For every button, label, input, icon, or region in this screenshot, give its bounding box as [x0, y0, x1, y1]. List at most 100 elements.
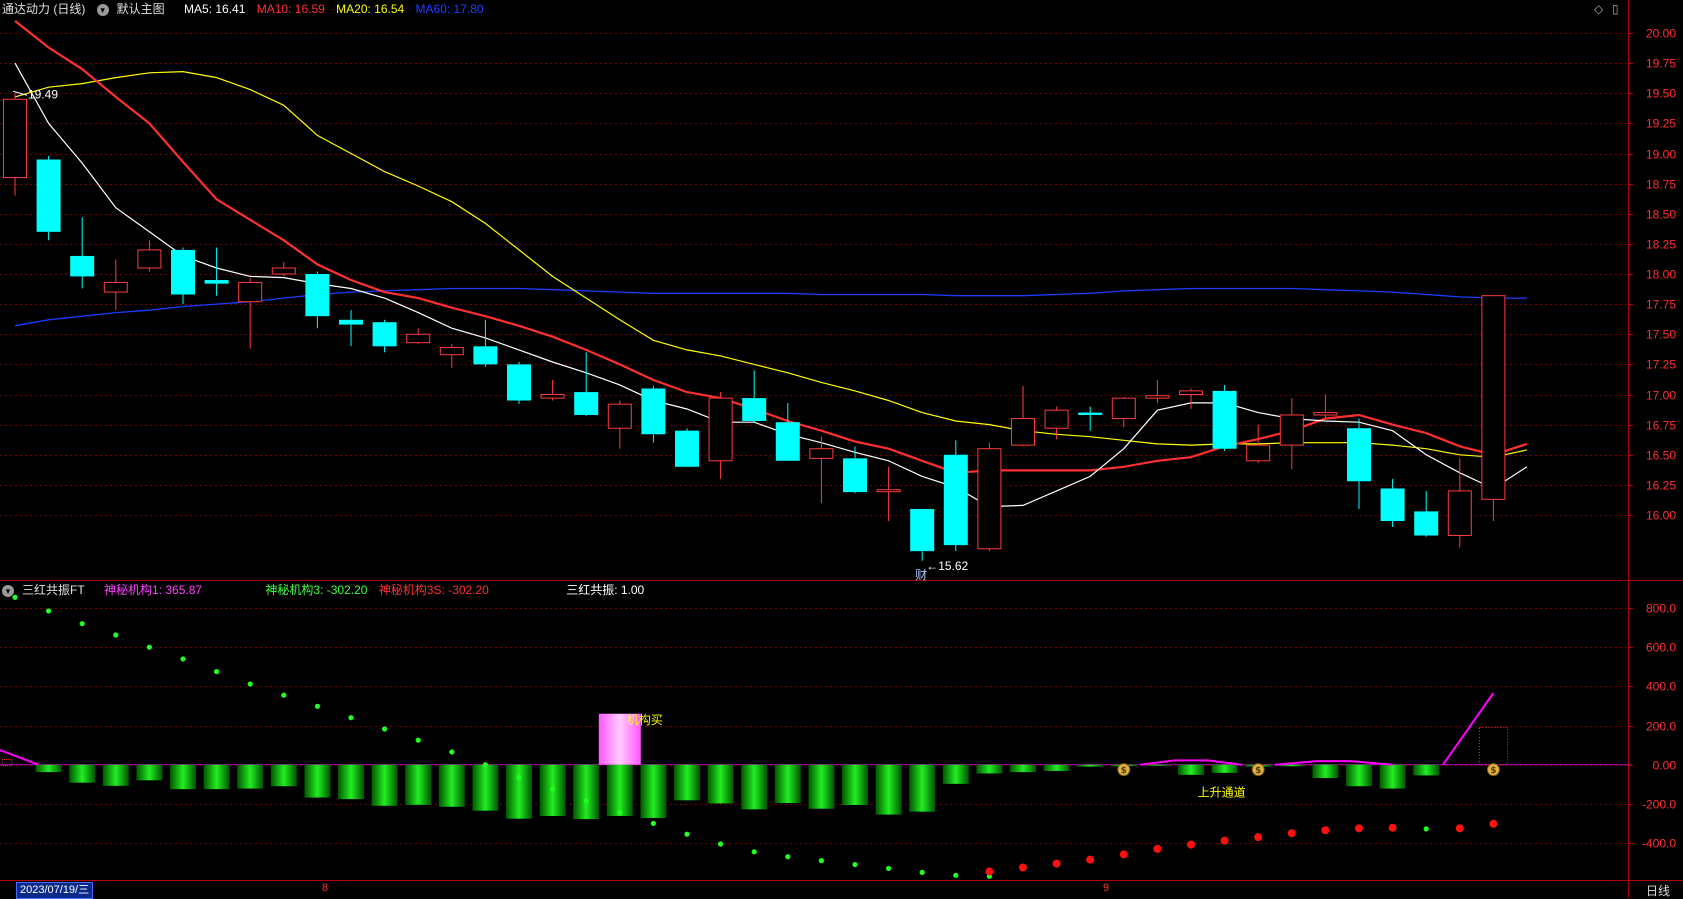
indicator-v3s: 神秘机构3S: -302.20	[378, 583, 489, 597]
indicator-green-bar	[270, 764, 297, 787]
period-label[interactable]: 日线	[1646, 882, 1670, 899]
ma20-value: MA20: 16.54	[336, 2, 405, 16]
red-signal-dot	[1287, 829, 1296, 838]
money-bag-symbol: $	[1255, 766, 1261, 776]
price-tick-label: 18.00	[1646, 268, 1676, 282]
candle-body-down	[1078, 412, 1103, 415]
red-signal-dot	[1388, 823, 1397, 832]
candle-body-down	[1212, 390, 1237, 449]
candle-body-up	[1179, 390, 1203, 396]
candle-body-up	[1044, 409, 1069, 429]
red-signal-dot	[1086, 855, 1095, 864]
green-signal-dot	[785, 854, 791, 860]
green-signal-dot	[550, 786, 556, 792]
green-signal-dot	[684, 831, 690, 837]
candle-body-down	[1347, 428, 1371, 482]
expand-icon[interactable]: ▯	[1612, 2, 1619, 16]
candle-body-up	[540, 394, 565, 399]
candle-body-up	[977, 448, 1002, 550]
candle-body-up	[1447, 490, 1472, 536]
green-signal-dot	[919, 869, 925, 875]
indicator-green-bar	[506, 764, 532, 819]
indicator-green-bar	[438, 764, 465, 807]
red-signal-dot	[1153, 844, 1162, 853]
green-signal-dot	[113, 632, 119, 638]
pink-signal-line-end	[1442, 692, 1495, 766]
indicator-green-bar	[1178, 764, 1204, 775]
price-tick-label: 20.00	[1646, 27, 1676, 41]
indicator-green-bar	[976, 764, 1003, 774]
indicator-green-bar	[170, 764, 196, 790]
indicator-green-bar	[808, 764, 835, 809]
candle-body-up	[1481, 295, 1506, 500]
price-tick-label: 19.00	[1646, 148, 1676, 162]
green-signal-dot	[348, 715, 354, 721]
green-signal-dot	[146, 644, 152, 650]
template-label: 默认主图	[116, 2, 165, 16]
red-signal-dot	[1220, 836, 1229, 845]
chevron-down-icon[interactable]: ▾	[96, 3, 109, 16]
candle-body-up	[238, 281, 263, 303]
price-tick-label: 16.75	[1646, 419, 1676, 433]
indicator-tick-label: 200.0	[1646, 720, 1676, 734]
money-bag-symbol: $	[1121, 766, 1127, 776]
indicator-green-bar	[203, 764, 230, 790]
candle-body-down	[204, 280, 229, 284]
candle-body-down	[1414, 511, 1439, 536]
candle-body-up	[406, 333, 431, 344]
candle-body-down	[1380, 488, 1405, 522]
candle-body-up	[708, 397, 733, 462]
candle-body-up	[1145, 395, 1170, 399]
diamond-icon[interactable]: ◇	[1594, 2, 1603, 16]
candle-body-down	[171, 249, 195, 295]
indicator-green-bar	[1312, 764, 1339, 778]
indicator-v3: 神秘机构3: -302.20	[265, 583, 368, 597]
month-label-aug: 8	[322, 882, 329, 894]
green-signal-dot	[852, 861, 858, 868]
indicator-green-bar	[875, 764, 902, 815]
date-axis: 2023/07/19/三 8 9 日线	[0, 881, 1683, 899]
indicator-green-bar	[741, 764, 768, 810]
indicator-green-bar	[237, 764, 264, 789]
stock-name[interactable]: 通达动力 (日线)	[2, 2, 85, 16]
date-box[interactable]: 2023/07/19/三	[16, 882, 94, 899]
indicator-selector[interactable]: ▾ 三红共振FT	[2, 583, 96, 597]
price-tick-label: 17.00	[1646, 389, 1676, 403]
ma5-value: MA5: 16.41	[184, 2, 246, 16]
candle-body-down	[473, 346, 498, 365]
candle-body-up	[1313, 412, 1338, 416]
template-selector[interactable]: ▾ 默认主图	[96, 2, 176, 16]
indicator-green-bar	[640, 764, 667, 818]
indicator-green-bar	[338, 764, 364, 800]
candle-body-down	[943, 454, 968, 546]
price-tick-label: 19.75	[1646, 57, 1676, 71]
indicator-green-bar	[69, 764, 96, 783]
red-signal-dot	[1052, 859, 1061, 868]
red-signal-dot	[1455, 824, 1464, 833]
indicator-green-bar	[606, 764, 633, 816]
candle-body-up	[876, 489, 901, 493]
candle-body-up	[1011, 418, 1035, 446]
green-signal-dot	[314, 703, 320, 709]
resonance-dotted-box	[1478, 726, 1508, 766]
indicator-green-bar	[909, 764, 936, 812]
financial-report-marker: 财	[915, 568, 927, 582]
indicator-green-bar	[1077, 764, 1104, 767]
indicator-green-bar	[707, 764, 734, 804]
chevron-down-icon[interactable]: ▾	[2, 584, 14, 597]
candle-body-down	[36, 159, 61, 232]
candle-body-down	[641, 388, 666, 435]
indicator-green-bar	[842, 764, 868, 806]
indicator-tick-label: 400.0	[1646, 680, 1676, 694]
red-signal-dot	[985, 867, 994, 876]
main-chart-header: 通达动力 (日线) ▾ 默认主图 MA5: 16.41 MA10: 16.59 M…	[2, 0, 492, 18]
candle-body-down	[70, 255, 95, 277]
indicator-green-bar	[472, 764, 499, 811]
indicator-green-bar	[35, 764, 62, 773]
indicator-green-bar	[304, 764, 331, 798]
price-tick-label: 18.50	[1646, 208, 1676, 222]
green-signal-dot	[1423, 826, 1429, 832]
candle-body-up	[1111, 397, 1136, 420]
green-signal-dot	[650, 820, 657, 827]
candle-body-up	[1246, 444, 1271, 462]
